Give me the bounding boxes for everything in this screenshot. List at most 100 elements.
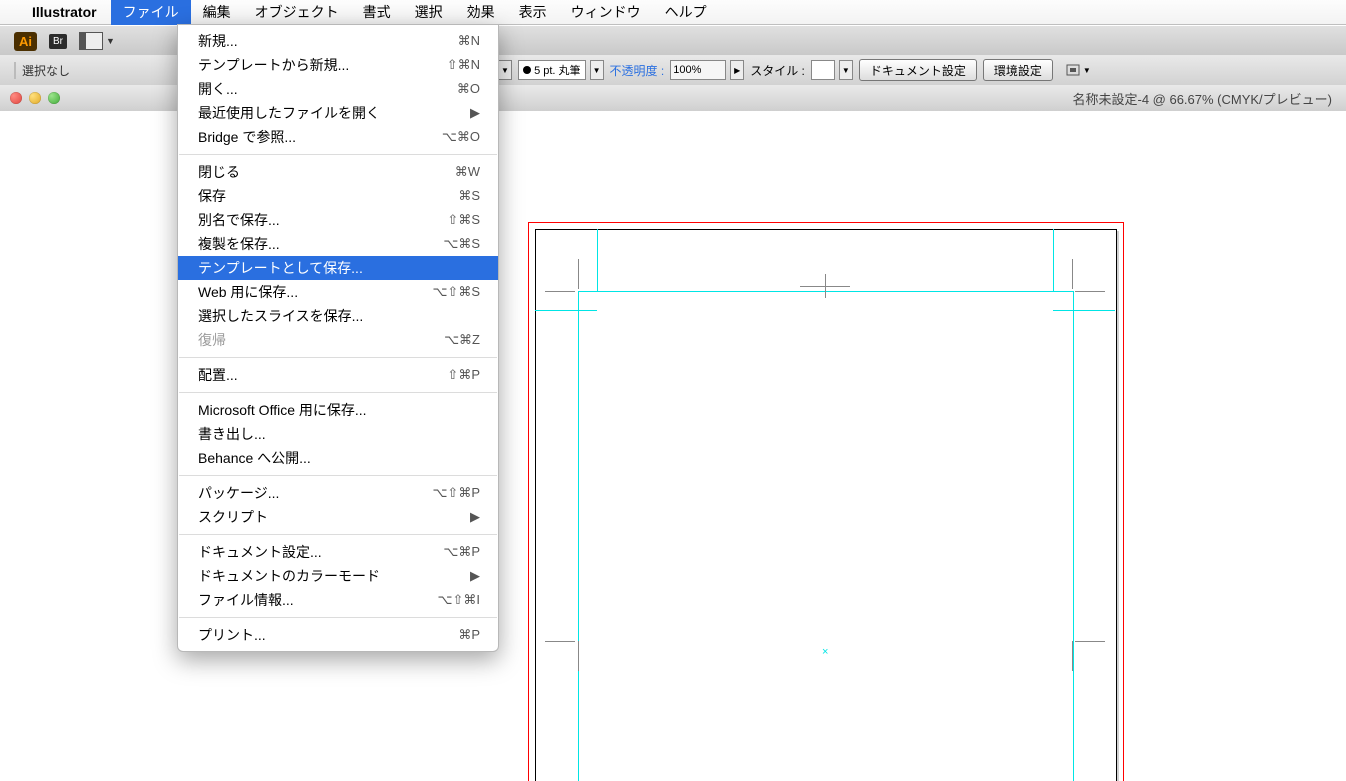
- menu-item-label: パッケージ...: [198, 483, 279, 503]
- menu-item[interactable]: Web 用に保存... ⌥⇧⌘S: [178, 280, 498, 304]
- app-name[interactable]: Illustrator: [22, 2, 107, 22]
- menu-item-shortcut: ⌥⌘Z: [444, 330, 480, 350]
- menu-item-label: Microsoft Office 用に保存...: [198, 400, 367, 420]
- margin-guides: [578, 291, 1074, 781]
- menu-item-label: 配置...: [198, 365, 238, 385]
- style-label: スタイル :: [750, 62, 805, 79]
- brush-value: 5 pt. 丸筆: [534, 62, 580, 78]
- menu-item: 復帰 ⌥⌘Z: [178, 328, 498, 352]
- menu-item[interactable]: Behance へ公開...: [178, 446, 498, 470]
- minimize-window-icon[interactable]: [29, 92, 41, 104]
- menu-file[interactable]: ファイル: [111, 0, 191, 25]
- system-menubar: Illustrator ファイル 編集 オブジェクト 書式 選択 効果 表示 ウ…: [0, 0, 1346, 25]
- menu-item-shortcut: ⌥⇧⌘I: [438, 590, 481, 610]
- style-combo[interactable]: ▼: [811, 60, 853, 80]
- menu-view[interactable]: 表示: [507, 0, 559, 25]
- menu-item-shortcut: ⇧⌘S: [447, 210, 480, 230]
- menu-item[interactable]: 選択したスライスを保存...: [178, 304, 498, 328]
- menu-item[interactable]: ドキュメント設定... ⌥⌘P: [178, 540, 498, 564]
- crop-mark: [1072, 641, 1073, 671]
- menu-separator: [179, 617, 497, 618]
- window-controls: [10, 92, 60, 104]
- menu-item-label: ドキュメント設定...: [198, 542, 322, 562]
- menu-item[interactable]: プリント...⌘P: [178, 623, 498, 647]
- menu-item-shortcut: ⌥⌘P: [443, 542, 480, 562]
- menu-item[interactable]: テンプレートから新規...⇧⌘N: [178, 53, 498, 77]
- menu-item[interactable]: テンプレートとして保存...: [178, 256, 498, 280]
- menu-item-shortcut: ⌘P: [458, 625, 480, 645]
- menu-item-label: テンプレートから新規...: [198, 55, 349, 75]
- menu-separator: [179, 392, 497, 393]
- menu-item[interactable]: 閉じる ⌘W: [178, 160, 498, 184]
- opacity-label[interactable]: 不透明度 :: [610, 62, 665, 79]
- menu-item-shortcut: ⌥⌘O: [442, 127, 480, 147]
- preferences-button[interactable]: 環境設定: [983, 59, 1053, 81]
- menu-item-label: 閉じる: [198, 162, 240, 182]
- crop-mark: [545, 291, 575, 292]
- arrange-documents-icon[interactable]: ▼: [79, 32, 115, 50]
- close-window-icon[interactable]: [10, 92, 22, 104]
- menu-edit[interactable]: 編集: [191, 0, 243, 25]
- crop-mark: [1075, 641, 1105, 642]
- submenu-arrow-icon: ▶: [470, 566, 480, 586]
- menu-item[interactable]: ドキュメントのカラーモード ▶: [178, 564, 498, 588]
- menu-item-label: ドキュメントのカラーモード: [198, 566, 380, 586]
- bridge-icon[interactable]: Br: [49, 34, 67, 49]
- document-title: 名称未設定-4 @ 66.67% (CMYK/プレビュー): [1072, 89, 1332, 108]
- zoom-window-icon[interactable]: [48, 92, 60, 104]
- menu-item-label: Web 用に保存...: [198, 282, 298, 302]
- selection-status: 選択なし: [14, 62, 130, 79]
- brush-dot-icon: [523, 66, 531, 74]
- brush-combo[interactable]: 5 pt. 丸筆▼: [518, 60, 604, 80]
- menu-item-shortcut: ⌘S: [458, 186, 480, 206]
- submenu-arrow-icon: ▶: [470, 507, 480, 527]
- guide: [535, 310, 597, 311]
- menu-item[interactable]: 配置...⇧⌘P: [178, 363, 498, 387]
- document-setup-button[interactable]: ドキュメント設定: [859, 59, 977, 81]
- menu-item[interactable]: パッケージ...⌥⇧⌘P: [178, 481, 498, 505]
- menu-item[interactable]: 開く... ⌘O: [178, 77, 498, 101]
- file-menu-dropdown: 新規...⌘Nテンプレートから新規...⇧⌘N開く... ⌘O最近使用したファイル…: [177, 24, 499, 652]
- menu-item[interactable]: 複製を保存... ⌥⌘S: [178, 232, 498, 256]
- opacity-field[interactable]: 100%▶: [670, 60, 744, 80]
- menu-item[interactable]: 新規...⌘N: [178, 29, 498, 53]
- menu-effect[interactable]: 効果: [455, 0, 507, 25]
- menu-item-label: 開く...: [198, 79, 238, 99]
- menu-item-label: 別名で保存...: [198, 210, 280, 230]
- menu-item[interactable]: 最近使用したファイルを開く▶: [178, 101, 498, 125]
- menu-item[interactable]: 別名で保存... ⇧⌘S: [178, 208, 498, 232]
- submenu-arrow-icon: ▶: [470, 103, 480, 123]
- registration-mark: [825, 274, 826, 298]
- menu-item-label: スクリプト: [198, 507, 268, 527]
- menu-item-shortcut: ⌥⇧⌘S: [432, 282, 480, 302]
- menu-item[interactable]: 保存 ⌘S: [178, 184, 498, 208]
- opacity-value: 100%: [673, 64, 701, 76]
- menu-object[interactable]: オブジェクト: [243, 0, 351, 25]
- align-to-icon[interactable]: ▼: [1065, 62, 1091, 78]
- crop-mark: [545, 641, 575, 642]
- menu-type[interactable]: 書式: [351, 0, 403, 25]
- center-mark-icon: ×: [822, 646, 828, 658]
- ai-logo-icon: Ai: [14, 32, 37, 51]
- menu-select[interactable]: 選択: [403, 0, 455, 25]
- guide: [1053, 310, 1115, 311]
- menu-item-shortcut: ⌘O: [457, 79, 480, 99]
- menu-item-shortcut: ⌘W: [455, 162, 480, 182]
- menu-window[interactable]: ウィンドウ: [559, 0, 653, 25]
- menu-item[interactable]: Bridge で参照... ⌥⌘O: [178, 125, 498, 149]
- crop-mark: [578, 259, 579, 289]
- guide: [597, 229, 598, 291]
- menu-help[interactable]: ヘルプ: [653, 0, 719, 25]
- menu-separator: [179, 475, 497, 476]
- menu-item-label: ファイル情報...: [198, 590, 294, 610]
- menu-item-shortcut: ⌥⌘S: [443, 234, 480, 254]
- menu-item[interactable]: スクリプト ▶: [178, 505, 498, 529]
- menu-item[interactable]: 書き出し...: [178, 422, 498, 446]
- menu-item-label: Bridge で参照...: [198, 127, 296, 147]
- menu-item-label: 復帰: [198, 330, 226, 350]
- menu-item[interactable]: Microsoft Office 用に保存...: [178, 398, 498, 422]
- menu-item-label: 保存: [198, 186, 226, 206]
- menu-separator: [179, 154, 497, 155]
- menu-item-label: 複製を保存...: [198, 234, 280, 254]
- menu-item[interactable]: ファイル情報... ⌥⇧⌘I: [178, 588, 498, 612]
